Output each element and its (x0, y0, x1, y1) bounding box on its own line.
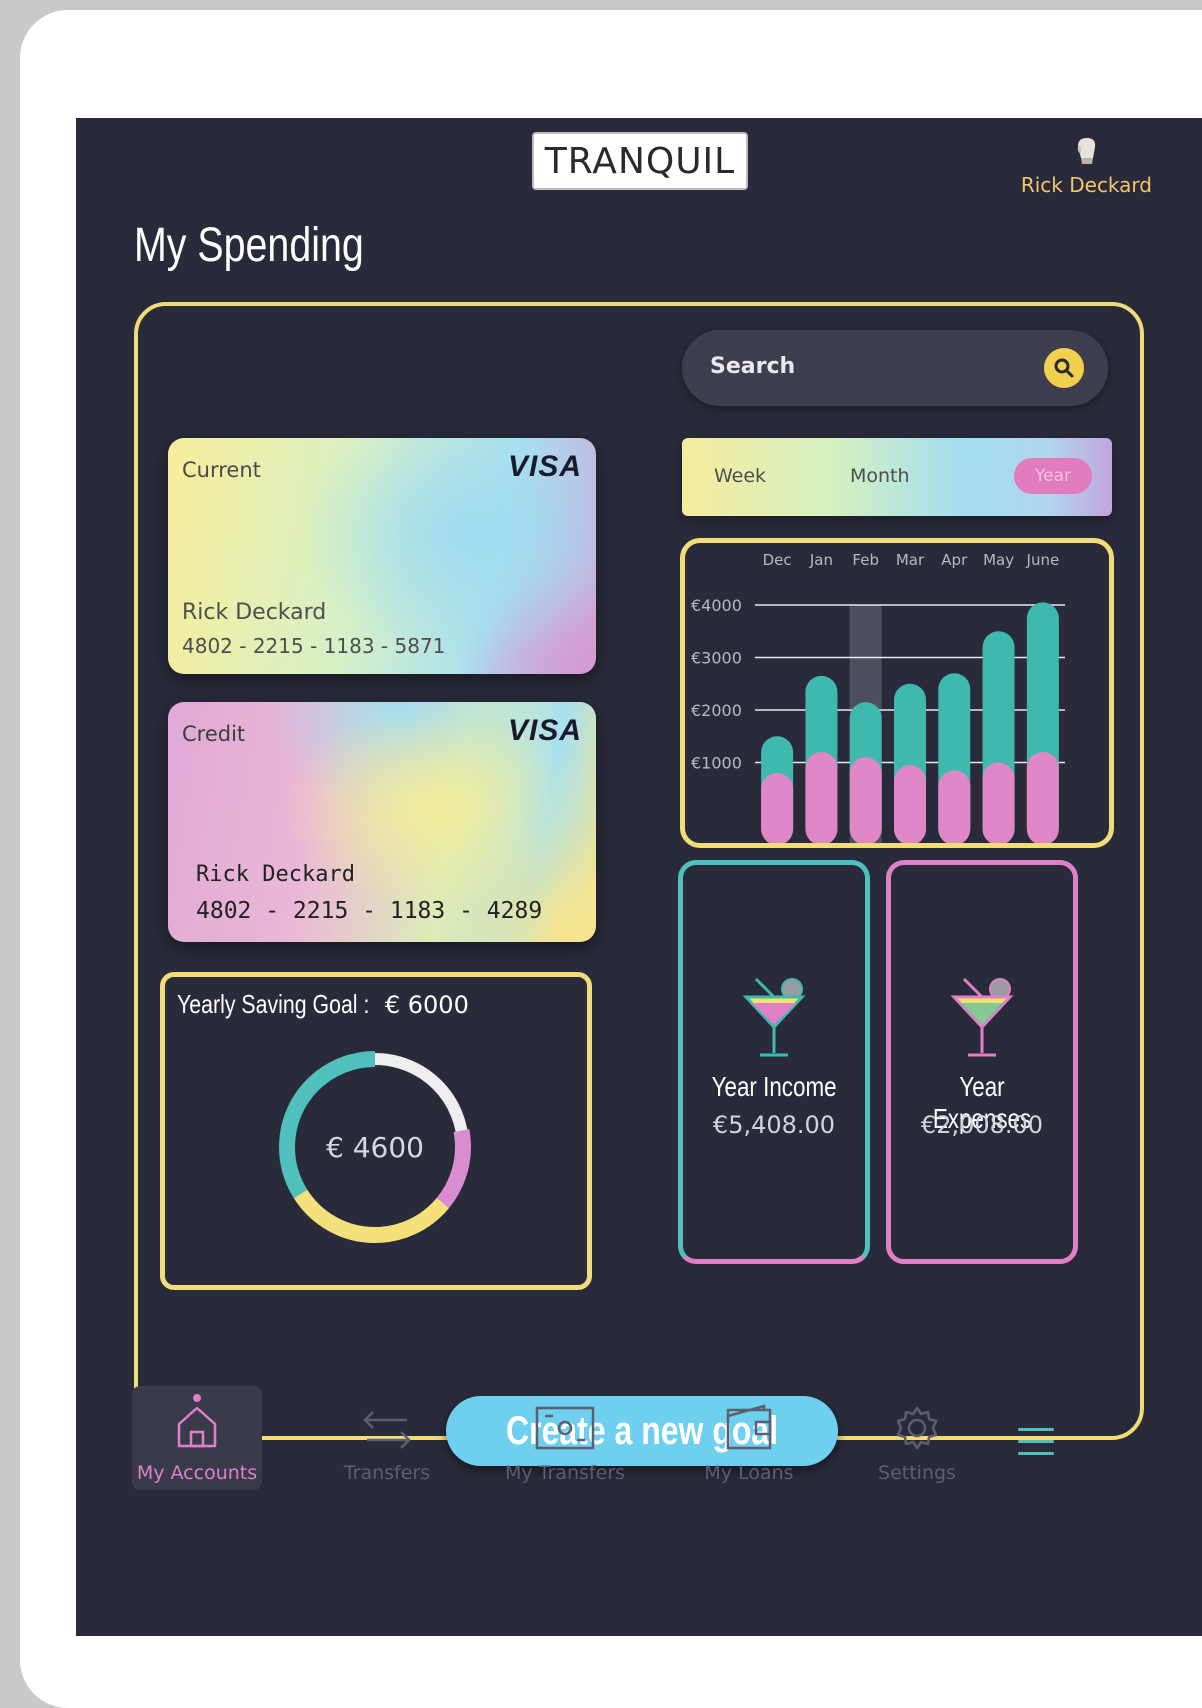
tab-label: Transfers (343, 1462, 431, 1484)
card-type: Credit (182, 722, 246, 746)
spending-chart: €4000 €3000 €2000 €1000 Dec Jan Feb Mar Apr May Ju… (680, 538, 1114, 848)
chart-bar-pink (982, 762, 1015, 843)
chart-bar-pink (849, 757, 882, 843)
card-number: 4802 - 2215 - 1183 - 5871 (182, 634, 446, 658)
chart-bar-pink (1026, 752, 1059, 843)
chart-y-tick: €1000 (691, 754, 742, 773)
saving-goal-card[interactable]: Yearly Saving Goal : € 6000 € 4600 (160, 972, 592, 1290)
stat-label: Year Income (711, 1071, 837, 1102)
tab-my-accounts[interactable]: My Accounts (132, 1386, 262, 1490)
page-title: My Spending (134, 219, 364, 272)
credit-card[interactable]: Credit VISA Rick Deckard 4802 - 2215 - 1… (168, 702, 596, 942)
chart-bar-pink (805, 752, 838, 843)
search-icon[interactable] (1044, 348, 1084, 388)
chart-x-tick: Apr (941, 551, 968, 569)
tab-label: My Loans (704, 1462, 794, 1484)
user-profile[interactable]: Rick Deckard (1021, 136, 1152, 197)
chart-x-tick: Mar (896, 551, 925, 569)
chart-bar-pink (761, 773, 794, 843)
year-expenses-card[interactable]: Year Expenses €2,008.00 (886, 860, 1078, 1264)
tab-my-loans[interactable]: My Loans (684, 1386, 814, 1490)
saving-goal-value: € 4600 (326, 1130, 424, 1164)
chart-bar-pink (938, 770, 971, 843)
tab-label: My Transfers (505, 1462, 625, 1484)
chart-y-tick: €4000 (691, 596, 742, 615)
search-bar[interactable]: Search (682, 330, 1108, 406)
period-week[interactable]: Week (714, 465, 766, 487)
period-year[interactable]: Year (1014, 458, 1092, 494)
chart-x-tick: May (983, 551, 1014, 569)
saving-goal-title: Yearly Saving Goal : € 6000 (177, 989, 469, 1020)
chart-x-tick: Feb (852, 551, 879, 569)
search-label: Search (710, 354, 796, 379)
chart-y-tick: €3000 (691, 649, 742, 668)
magnifier-glyph (1054, 358, 1074, 378)
wallet-icon (726, 1404, 772, 1450)
card-type: Current (182, 458, 261, 482)
banknote-icon (535, 1406, 595, 1450)
user-name: Rick Deckard (1020, 173, 1152, 197)
tab-transfers[interactable]: Transfers (322, 1386, 452, 1490)
visa-logo: VISA (507, 714, 582, 747)
stat-amount: €2,008.00 (920, 1111, 1044, 1139)
device-frame: TRANQUIL Rick Deckard My Spending Search… (20, 10, 1202, 1708)
tab-my-transfers[interactable]: My Transfers (500, 1386, 630, 1490)
menu-icon[interactable] (1018, 1428, 1054, 1458)
year-income-card[interactable]: Year Income €5,408.00 (678, 860, 870, 1264)
avatar-icon (1078, 138, 1096, 164)
arrows-icon (363, 1411, 411, 1449)
stat-amount: €5,408.00 (712, 1111, 836, 1139)
app-logo[interactable]: TRANQUIL (532, 132, 748, 190)
gear-icon (896, 1406, 938, 1450)
saving-goal-lead: Yearly Saving Goal : (177, 989, 370, 1019)
card-holder: Rick Deckard (182, 600, 327, 625)
active-indicator (193, 1394, 201, 1402)
card-holder: Rick Deckard (196, 862, 355, 887)
logo-text: TRANQUIL (544, 140, 736, 182)
cocktail-icon (742, 977, 806, 1057)
current-account-card[interactable]: Current VISA Rick Deckard 4802 - 2215 - … (168, 438, 596, 674)
chart-bar-pink (894, 765, 926, 843)
visa-logo: VISA (507, 450, 582, 483)
period-month[interactable]: Month (850, 465, 910, 487)
chart-x-tick: Dec (763, 551, 792, 569)
chart-x-tick: Jan (809, 551, 833, 569)
saving-goal-amount: € 6000 (384, 991, 469, 1019)
tab-label: Settings (878, 1462, 956, 1484)
chart-x-tick: June (1026, 551, 1060, 569)
card-number: 4802 - 2215 - 1183 - 4289 (196, 898, 543, 924)
chart-canvas: €4000 €3000 €2000 €1000 Dec Jan Feb Mar Apr May Ju… (691, 551, 1065, 843)
cocktail-icon (950, 977, 1014, 1057)
tab-settings[interactable]: Settings (852, 1386, 982, 1490)
home-icon (177, 1406, 217, 1448)
app-screen: TRANQUIL Rick Deckard My Spending Search… (76, 118, 1202, 1636)
tab-label: My Accounts (136, 1462, 258, 1484)
chart-y-tick: €2000 (691, 701, 742, 720)
period-selector: Week Month Year (682, 438, 1112, 516)
bottom-nav: My Accounts Transfers My Transfers My Lo… (76, 1386, 1202, 1496)
